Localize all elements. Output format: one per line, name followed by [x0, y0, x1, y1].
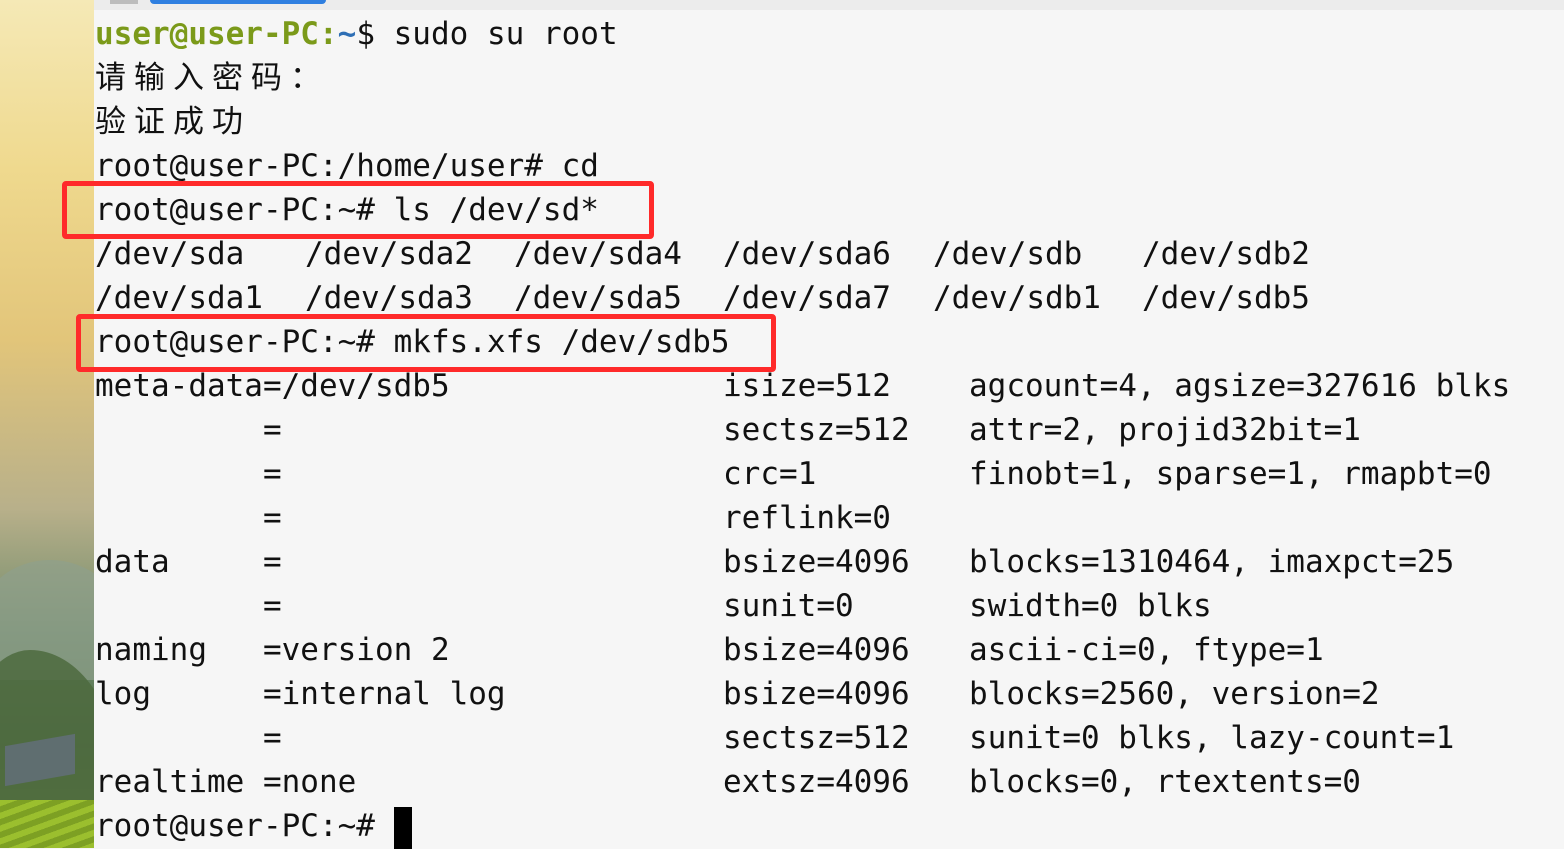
mkfs-output-row: = sectsz=512 attr=2, projid32bit=1	[95, 408, 1535, 452]
mkfs-output-row: meta-data=/dev/sdb5 isize=512 agcount=4, a…	[95, 364, 1535, 408]
prompt-dollar: $	[356, 16, 394, 52]
mkfs-field-c1: data =	[95, 544, 282, 580]
mkfs-field-c2: extsz=4096	[723, 764, 910, 800]
mkfs-field-c2: crc=1	[723, 456, 817, 492]
prompt-path: ~	[337, 16, 357, 52]
prompt-colon: :	[318, 16, 338, 52]
ls-entry: /dev/sda4	[514, 236, 682, 272]
ls-entry: /dev/sdb5	[1142, 280, 1310, 316]
ls-entry: /dev/sdb1	[933, 280, 1101, 316]
mkfs-field-c1: naming =version 2	[95, 632, 450, 668]
terminal-line-auth-success: 验证成功	[95, 104, 251, 140]
mkfs-field-c1: =	[95, 720, 282, 756]
mkfs-output-row: = crc=1 finobt=1, sparse=1, rmapbt=0	[95, 452, 1535, 496]
mkfs-field-c3: blocks=2560, version=2	[969, 676, 1380, 712]
final-prompt-text: root@user-PC:~#	[95, 808, 394, 844]
mkfs-field-c3: sunit=0 blks, lazy-count=1	[969, 720, 1455, 756]
terminal-line-sudo: user@user-PC:~$ sudo su root	[95, 12, 618, 56]
mkfs-output-row: log =internal log bsize=4096 blocks=2560, …	[95, 672, 1535, 716]
mkfs-field-c1: =	[95, 500, 282, 536]
mkfs-field-c2: sunit=0	[723, 588, 854, 624]
ls-entry: /dev/sdb2	[1142, 236, 1310, 272]
ls-entry: /dev/sda2	[305, 236, 473, 272]
text-cursor	[393, 806, 412, 849]
mkfs-field-c2: bsize=4096	[723, 632, 910, 668]
command-text: sudo su root	[393, 16, 618, 52]
mkfs-field-c2: isize=512	[723, 368, 891, 404]
wallpaper-field	[0, 800, 94, 848]
mkfs-field-c1: =	[95, 588, 282, 624]
mkfs-field-c3: ascii-ci=0, ftype=1	[969, 632, 1324, 668]
mkfs-field-c3: blocks=0, rtextents=0	[969, 764, 1361, 800]
mkfs-output-row: = sectsz=512 sunit=0 blks, lazy-count=1	[95, 716, 1535, 760]
mkfs-field-c3: agcount=4, agsize=327616 blks	[969, 368, 1511, 404]
mkfs-field-c2: sectsz=512	[723, 412, 910, 448]
prompt-user-host: user@user-PC	[95, 16, 319, 52]
mkfs-output-row: naming =version 2 bsize=4096 ascii-ci=0, f…	[95, 628, 1535, 672]
mkfs-field-c2: bsize=4096	[723, 544, 910, 580]
desktop-wallpaper	[0, 0, 94, 848]
mkfs-field-c3: blocks=1310464, imaxpct=25	[969, 544, 1455, 580]
mkfs-field-c1: =	[95, 412, 282, 448]
mkfs-field-c1: meta-data=/dev/sdb5	[95, 368, 450, 404]
ls-entry: /dev/sda	[95, 236, 245, 272]
mkfs-field-c1: =	[95, 456, 282, 492]
mkfs-output-row: realtime =none extsz=4096 blocks=0, rtexte…	[95, 760, 1535, 804]
mkfs-field-c3: finobt=1, sparse=1, rmapbt=0	[969, 456, 1492, 492]
mkfs-field-c2: sectsz=512	[723, 720, 910, 756]
terminal-line-password-prompt: 请输入密码：	[95, 60, 329, 96]
mkfs-field-c2: bsize=4096	[723, 676, 910, 712]
ls-entry: /dev/sdb	[933, 236, 1083, 272]
mkfs-field-c3: swidth=0 blks	[969, 588, 1212, 624]
ls-output-row: /dev/sda /dev/sda2 /dev/sda4 /dev/sda6 /…	[95, 232, 1395, 276]
mkfs-output-row: = reflink=0	[95, 496, 1535, 540]
window-tab-active[interactable]	[150, 0, 326, 4]
window-tab-inactive[interactable]	[110, 0, 138, 4]
mkfs-field-c1: log =internal log	[95, 676, 506, 712]
mkfs-output-row: = sunit=0 swidth=0 blks	[95, 584, 1535, 628]
mkfs-output-row: data = bsize=4096 blocks=1310464, imaxpct=…	[95, 540, 1535, 584]
terminal-line-final-prompt[interactable]: root@user-PC:~#	[95, 804, 412, 849]
mkfs-field-c1: realtime =none	[95, 764, 357, 800]
highlight-box-ls	[62, 181, 654, 239]
mkfs-field-c2: reflink=0	[723, 500, 891, 536]
ls-entry: /dev/sda6	[723, 236, 891, 272]
mkfs-field-c3: attr=2, projid32bit=1	[969, 412, 1361, 448]
